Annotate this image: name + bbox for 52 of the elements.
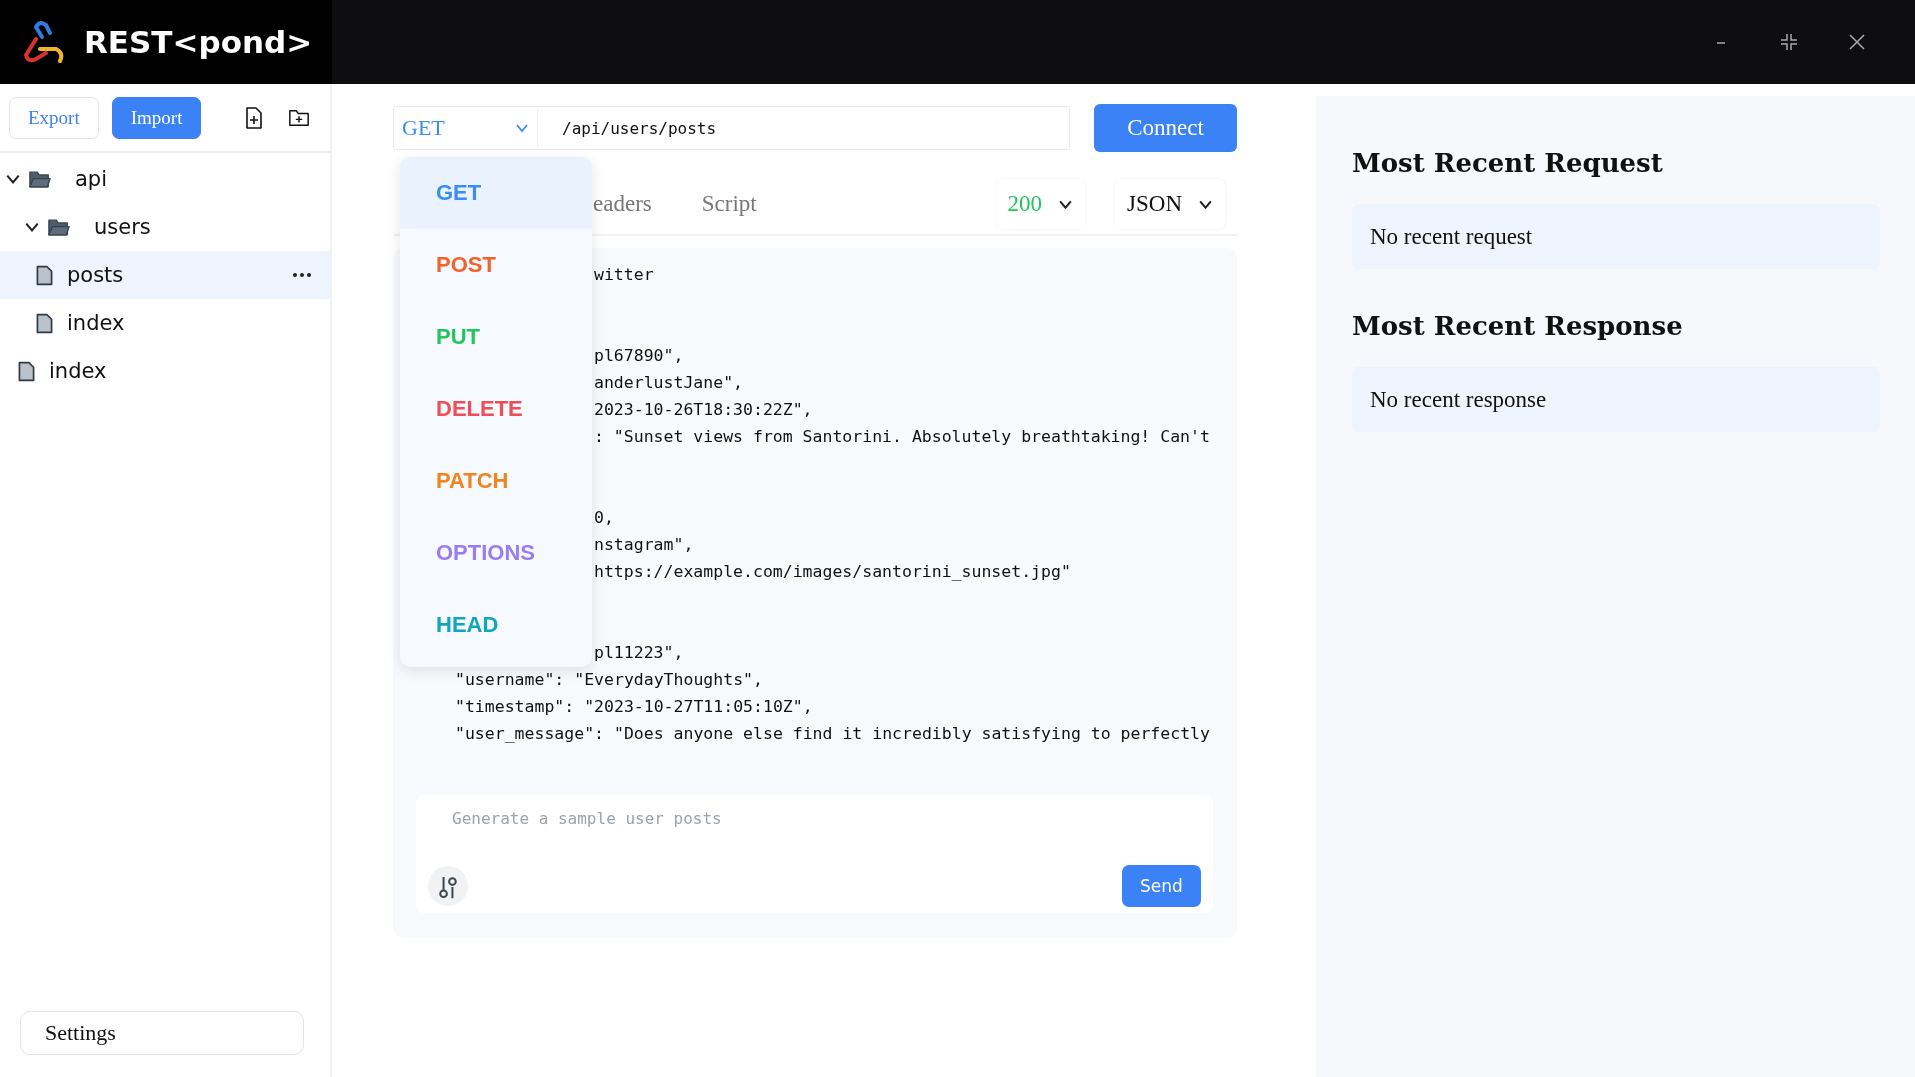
tree-item[interactable]: index	[0, 347, 330, 395]
folder-icon	[29, 169, 51, 189]
file-icon	[18, 360, 35, 382]
import-button[interactable]: Import	[111, 97, 202, 139]
method-option[interactable]: DELETE	[400, 373, 592, 445]
file-icon	[36, 312, 53, 334]
adjust-icon[interactable]	[428, 866, 468, 906]
connect-button[interactable]: Connect	[1094, 104, 1237, 152]
code-line: anderlustJane",	[594, 373, 743, 392]
app-title: REST<pond>	[84, 24, 313, 60]
prompt-field[interactable]: Generate a sample user posts	[428, 805, 1201, 832]
method-option[interactable]: GET	[400, 157, 592, 229]
new-folder-icon[interactable]	[288, 107, 310, 129]
format-select[interactable]: JSON	[1115, 179, 1225, 229]
tree-item[interactable]: api	[0, 155, 330, 203]
status-select[interactable]: 200	[995, 179, 1086, 229]
method-option[interactable]: PATCH	[400, 445, 592, 517]
method-option[interactable]: HEAD	[400, 589, 592, 661]
section-heading: Most Recent Response	[1352, 311, 1684, 341]
send-button[interactable]: Send	[1122, 865, 1201, 907]
file-icon	[36, 264, 53, 286]
code-line: "username": "EverydayThoughts",	[455, 670, 763, 689]
code-line: "user_message": "Does anyone else find it incredibly satisfying to perfectly	[455, 724, 1210, 743]
method-select[interactable]: GET	[393, 106, 538, 150]
restore-icon[interactable]	[1779, 32, 1799, 52]
code-line: "timestamp": "2023-10-27T11:05:10Z",	[455, 697, 813, 716]
close-icon[interactable]	[1847, 32, 1867, 52]
code-line: witter	[594, 265, 654, 284]
more-icon[interactable]	[292, 272, 312, 278]
method-option[interactable]: OPTIONS	[400, 517, 592, 589]
tab[interactable]: Script	[701, 191, 777, 217]
tree-item[interactable]: users	[0, 203, 330, 251]
code-line: nstagram",	[594, 535, 694, 554]
code-line: 0,	[594, 508, 614, 527]
tab[interactable]: eaders	[593, 191, 672, 217]
code-line: pl11223",	[594, 643, 684, 662]
method-option[interactable]: POST	[400, 229, 592, 301]
section-heading: Most Recent Request	[1352, 148, 1664, 178]
settings-button[interactable]: Settings	[20, 1011, 304, 1055]
code-line: 2023-10-26T18:30:22Z",	[594, 400, 813, 419]
empty-state: No recent response	[1352, 367, 1880, 432]
code-line: pl67890",	[594, 346, 684, 365]
empty-state: No recent request	[1352, 204, 1880, 269]
tree-item[interactable]: posts	[0, 251, 330, 299]
method-option[interactable]: PUT	[400, 301, 592, 373]
folder-icon	[48, 217, 70, 237]
code-line: https://example.com/images/santorini_sunset.jpg"	[594, 562, 1071, 581]
code-line: : "Sunset views from Santorini. Absolutely breathtaking! Can't	[594, 427, 1210, 446]
new-file-icon[interactable]	[243, 107, 265, 129]
url-field[interactable]: /api/users/posts	[538, 106, 1070, 150]
tree-item[interactable]: index	[0, 299, 330, 347]
export-button[interactable]: Export	[9, 97, 99, 139]
